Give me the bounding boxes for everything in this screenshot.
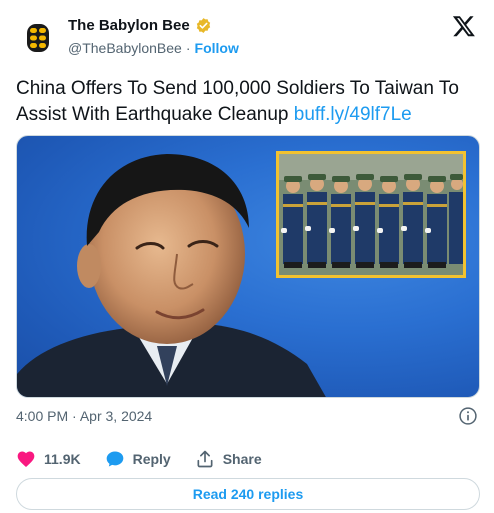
soldiers-inset-image	[276, 151, 466, 278]
author-avatar[interactable]	[16, 16, 60, 60]
share-label: Share	[222, 451, 262, 467]
tweet-image[interactable]	[16, 135, 480, 398]
read-replies-button[interactable]: Read 240 replies	[16, 478, 480, 510]
post-time: 4:00 PM	[16, 408, 69, 424]
post-date: Apr 3, 2024	[79, 408, 153, 424]
share-button[interactable]: Share	[195, 449, 262, 469]
tweet-link[interactable]: buff.ly/49lf7Le	[294, 104, 412, 125]
reply-button[interactable]: Reply	[105, 449, 171, 469]
handle-separator: ·	[185, 40, 191, 56]
reply-label: Reply	[132, 451, 171, 467]
like-count: 11.9K	[44, 451, 81, 467]
post-timestamp[interactable]: 4:00 PM · Apr 3, 2024	[16, 408, 152, 424]
heart-icon	[17, 451, 35, 467]
like-button[interactable]: 11.9K	[16, 449, 81, 469]
timestamp-separator: ·	[72, 408, 77, 424]
bee-logo-icon	[18, 18, 58, 58]
soldiers-illustration	[279, 154, 463, 275]
verified-badge-icon	[196, 18, 210, 33]
author-handle[interactable]: @TheBabylonBee	[68, 40, 182, 56]
share-icon	[197, 450, 213, 468]
tweet-text: China Offers To Send 100,000 Soldiers To…	[16, 76, 478, 128]
tweet-card: The Babylon Bee @TheBabylonBee · Follow …	[0, 0, 494, 513]
action-bar: 11.9K Reply Share	[16, 447, 478, 471]
follow-button[interactable]: Follow	[195, 40, 239, 56]
author-handle-row: @TheBabylonBee · Follow	[68, 40, 239, 56]
reply-bubble-icon	[106, 451, 123, 467]
x-logo-icon[interactable]	[452, 14, 476, 38]
info-icon[interactable]	[458, 406, 478, 426]
author-display-name[interactable]: The Babylon Bee	[68, 17, 190, 34]
author-name-row: The Babylon Bee	[68, 17, 212, 34]
